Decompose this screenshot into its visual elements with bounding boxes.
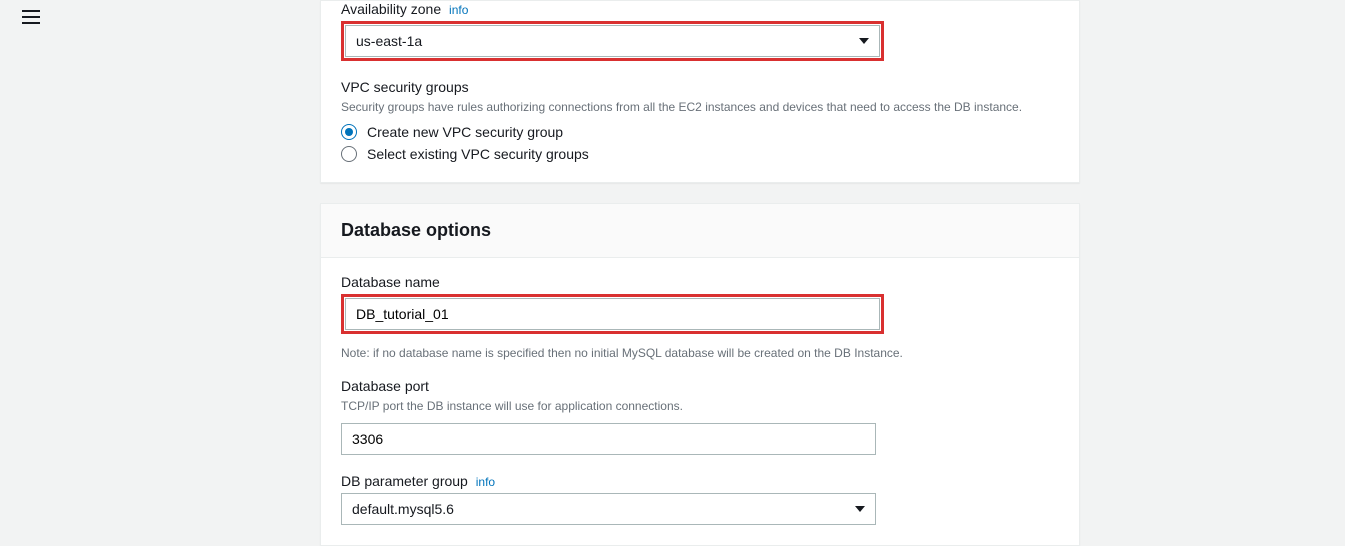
database-port-label: Database port [341, 378, 1059, 394]
database-port-input[interactable] [341, 423, 876, 455]
database-name-label: Database name [341, 274, 1059, 290]
database-name-highlight [341, 294, 884, 334]
availability-zone-select[interactable]: us-east-1a [345, 25, 880, 57]
availability-zone-label: Availability zone info [341, 1, 1059, 17]
database-name-note: Note: if no database name is specified t… [341, 346, 1059, 360]
db-parameter-group-label: DB parameter group info [341, 473, 1059, 489]
availability-zone-value: us-east-1a [356, 33, 422, 49]
radio-selected-icon [341, 124, 357, 140]
radio-unselected-icon [341, 146, 357, 162]
database-name-input[interactable] [345, 298, 880, 330]
database-options-header: Database options [321, 204, 1079, 258]
db-parameter-group-select[interactable]: default.mysql5.6 [341, 493, 876, 525]
db-parameter-group-value: default.mysql5.6 [352, 501, 454, 517]
availability-zone-info-link[interactable]: info [449, 3, 468, 17]
chevron-down-icon [859, 38, 869, 44]
availability-zone-highlight: us-east-1a [341, 21, 884, 61]
vpc-sg-radio-create[interactable]: Create new VPC security group [341, 124, 1059, 140]
database-port-description: TCP/IP port the DB instance will use for… [341, 398, 1059, 415]
vpc-security-groups-description: Security groups have rules authorizing c… [341, 99, 1059, 116]
database-options-title: Database options [341, 220, 1059, 241]
db-parameter-group-info-link[interactable]: info [476, 475, 495, 489]
vpc-sg-radio-create-label: Create new VPC security group [367, 124, 563, 140]
vpc-sg-radio-existing-label: Select existing VPC security groups [367, 146, 589, 162]
vpc-security-groups-label: VPC security groups [341, 79, 1059, 95]
chevron-down-icon [855, 506, 865, 512]
vpc-sg-radio-existing[interactable]: Select existing VPC security groups [341, 146, 1059, 162]
hamburger-menu-icon[interactable] [22, 10, 40, 24]
